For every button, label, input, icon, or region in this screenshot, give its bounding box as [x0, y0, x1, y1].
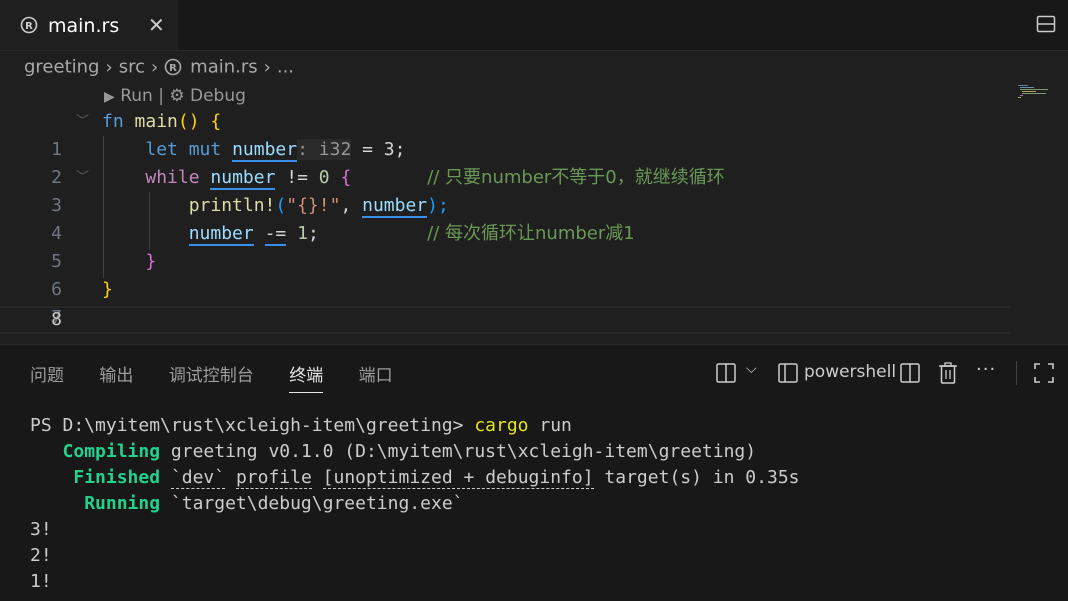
token: number [362, 195, 428, 218]
breadcrumb-item-src[interactable]: src [119, 57, 145, 78]
token: { [210, 111, 222, 132]
token: main [134, 111, 178, 132]
gear-icon: ⚙ [169, 86, 185, 106]
token: = 3; [362, 139, 406, 160]
tab-debug-console[interactable]: 调试控制台 [169, 361, 254, 392]
code-line: 2 let mut number: i32 = 3; [0, 136, 1010, 188]
panel-tabs: 问题 输出 调试控制台 终端 端口 [30, 361, 423, 393]
comment: // 只要number不等于0，就继续循环 [427, 167, 725, 188]
terminal-prompt: PS D:\myitem\rust\xcleigh-item\greeting> [30, 415, 464, 436]
code-line: 3 ﹀ while number != 0 { // 只要number不等于0，… [0, 164, 1010, 216]
token: "{}!" [286, 195, 341, 216]
token: } [102, 279, 113, 300]
chevron-right-icon: › [150, 56, 159, 78]
fold-chevron-icon[interactable]: ﹀ [76, 108, 92, 136]
editor-tab-bar: R main.rs ✕ [0, 0, 1068, 51]
chevron-right-icon: › [263, 56, 271, 78]
chevron-down-icon[interactable]: ⌵ [746, 361, 757, 377]
rust-file-icon: R [20, 16, 38, 34]
terminal-line: Finished `dev` profile [unoptimized + de… [30, 467, 800, 489]
code-line: 4 println!("{}!", number); [0, 192, 1010, 244]
tab-label: main.rs [48, 15, 120, 37]
token: println! [188, 195, 276, 216]
token: number [232, 139, 298, 162]
split-terminal-icon[interactable] [716, 363, 738, 383]
terminal-text: `target\debug\greeting.exe` [170, 493, 464, 514]
terminal-line: 3! [30, 519, 52, 540]
status-label: Finished [73, 467, 161, 488]
maximize-panel-icon[interactable] [1034, 363, 1054, 383]
terminal-line: 2! [30, 545, 52, 566]
terminal-line: PS D:\myitem\rust\xcleigh-item\greeting>… [30, 415, 572, 436]
comment: // 每次循环让number减1 [427, 223, 635, 244]
tab-output[interactable]: 输出 [99, 361, 133, 392]
run-lens[interactable]: ▶ Run [104, 86, 153, 106]
tab-ports[interactable]: 端口 [359, 361, 393, 392]
code-line: 5 number -= 1; // 每次循环让number减1 [0, 220, 1010, 272]
code-line: 7 } [0, 276, 1010, 328]
tab-terminal[interactable]: 终端 [289, 361, 324, 393]
terminal-link[interactable]: profile [235, 467, 312, 489]
token: { [340, 167, 352, 188]
bottom-panel: 问题 输出 调试控制台 终端 端口 ⌵ powershell ··· PS D:… [0, 344, 1068, 601]
terminal-line: Compiling greeting v0.1.0 (D:\myitem\rus… [30, 441, 757, 462]
close-icon[interactable]: ✕ [148, 15, 165, 35]
more-actions-icon[interactable]: ··· [976, 359, 996, 380]
svg-text:R: R [25, 21, 33, 32]
token: ( [275, 195, 287, 216]
terminal-link[interactable]: `dev` [170, 467, 226, 489]
trash-icon[interactable] [938, 362, 958, 384]
terminal-line: Running `target\debug\greeting.exe` [30, 493, 464, 514]
code-line: 6 } [0, 248, 1010, 300]
token: ); [427, 195, 449, 216]
terminal-shell-name[interactable]: powershell [804, 362, 896, 382]
line-number: 8 [51, 309, 62, 330]
token: 0 [318, 167, 330, 188]
rust-file-icon: R [164, 58, 182, 76]
status-label: Compiling [62, 441, 161, 462]
code-line: 1 ﹀ fn main() { [0, 108, 1010, 160]
chevron-right-icon: › [105, 56, 113, 78]
token: ; [307, 223, 319, 244]
token: 1 [297, 223, 308, 244]
breadcrumb-item-more[interactable]: ... [277, 57, 294, 78]
terminal-line: 1! [30, 571, 52, 592]
token: number [210, 167, 276, 190]
breadcrumb-item-main-rs[interactable]: main.rs [190, 57, 257, 78]
token: -= [264, 223, 287, 246]
token: while [145, 167, 200, 188]
play-icon: ▶ [104, 89, 115, 105]
breadcrumb-item-greeting[interactable]: greeting [24, 57, 99, 78]
terminal-text: greeting v0.1.0 (D:\myitem\rust\xcleigh-… [170, 441, 757, 462]
token: } [145, 251, 157, 272]
token: fn [102, 111, 124, 132]
split-editor-icon[interactable] [1036, 14, 1056, 34]
debug-lens[interactable]: ⚙ Debug [169, 86, 246, 106]
code-editor[interactable]: 1 ﹀ fn main() { 2 let mut number: i32 = … [0, 108, 1068, 338]
terminal-output[interactable]: PS D:\myitem\rust\xcleigh-item\greeting>… [30, 413, 800, 595]
terminal-instance-icon[interactable] [778, 363, 798, 383]
terminal-command-arg: run [539, 415, 572, 436]
tab-main-rs[interactable]: R main.rs ✕ [0, 0, 178, 50]
token: number [188, 223, 254, 246]
breadcrumb: greeting › src › Rmain.rs ›... [24, 56, 294, 82]
token: != [286, 167, 308, 188]
codelens: ▶ Run | ⚙ Debug [104, 86, 246, 106]
terminal-command: cargo [474, 415, 529, 436]
status-label: Running [84, 493, 161, 514]
divider [1016, 361, 1017, 385]
svg-text:R: R [169, 63, 177, 74]
token: () [177, 111, 200, 132]
terminal-link[interactable]: [unoptimized + debuginfo] [322, 467, 594, 489]
current-line[interactable]: 8 [0, 306, 1010, 334]
inlay-type-hint: : i32 [297, 139, 352, 160]
split-pane-icon[interactable] [900, 363, 920, 383]
terminal-text: target(s) in 0.35s [604, 467, 800, 488]
tab-problems[interactable]: 问题 [30, 361, 64, 392]
token: let mut [145, 139, 222, 160]
token: , [340, 195, 352, 216]
codelens-separator: | [158, 86, 164, 106]
fold-chevron-icon[interactable]: ﹀ [76, 164, 92, 192]
minimap[interactable] [1018, 84, 1066, 100]
